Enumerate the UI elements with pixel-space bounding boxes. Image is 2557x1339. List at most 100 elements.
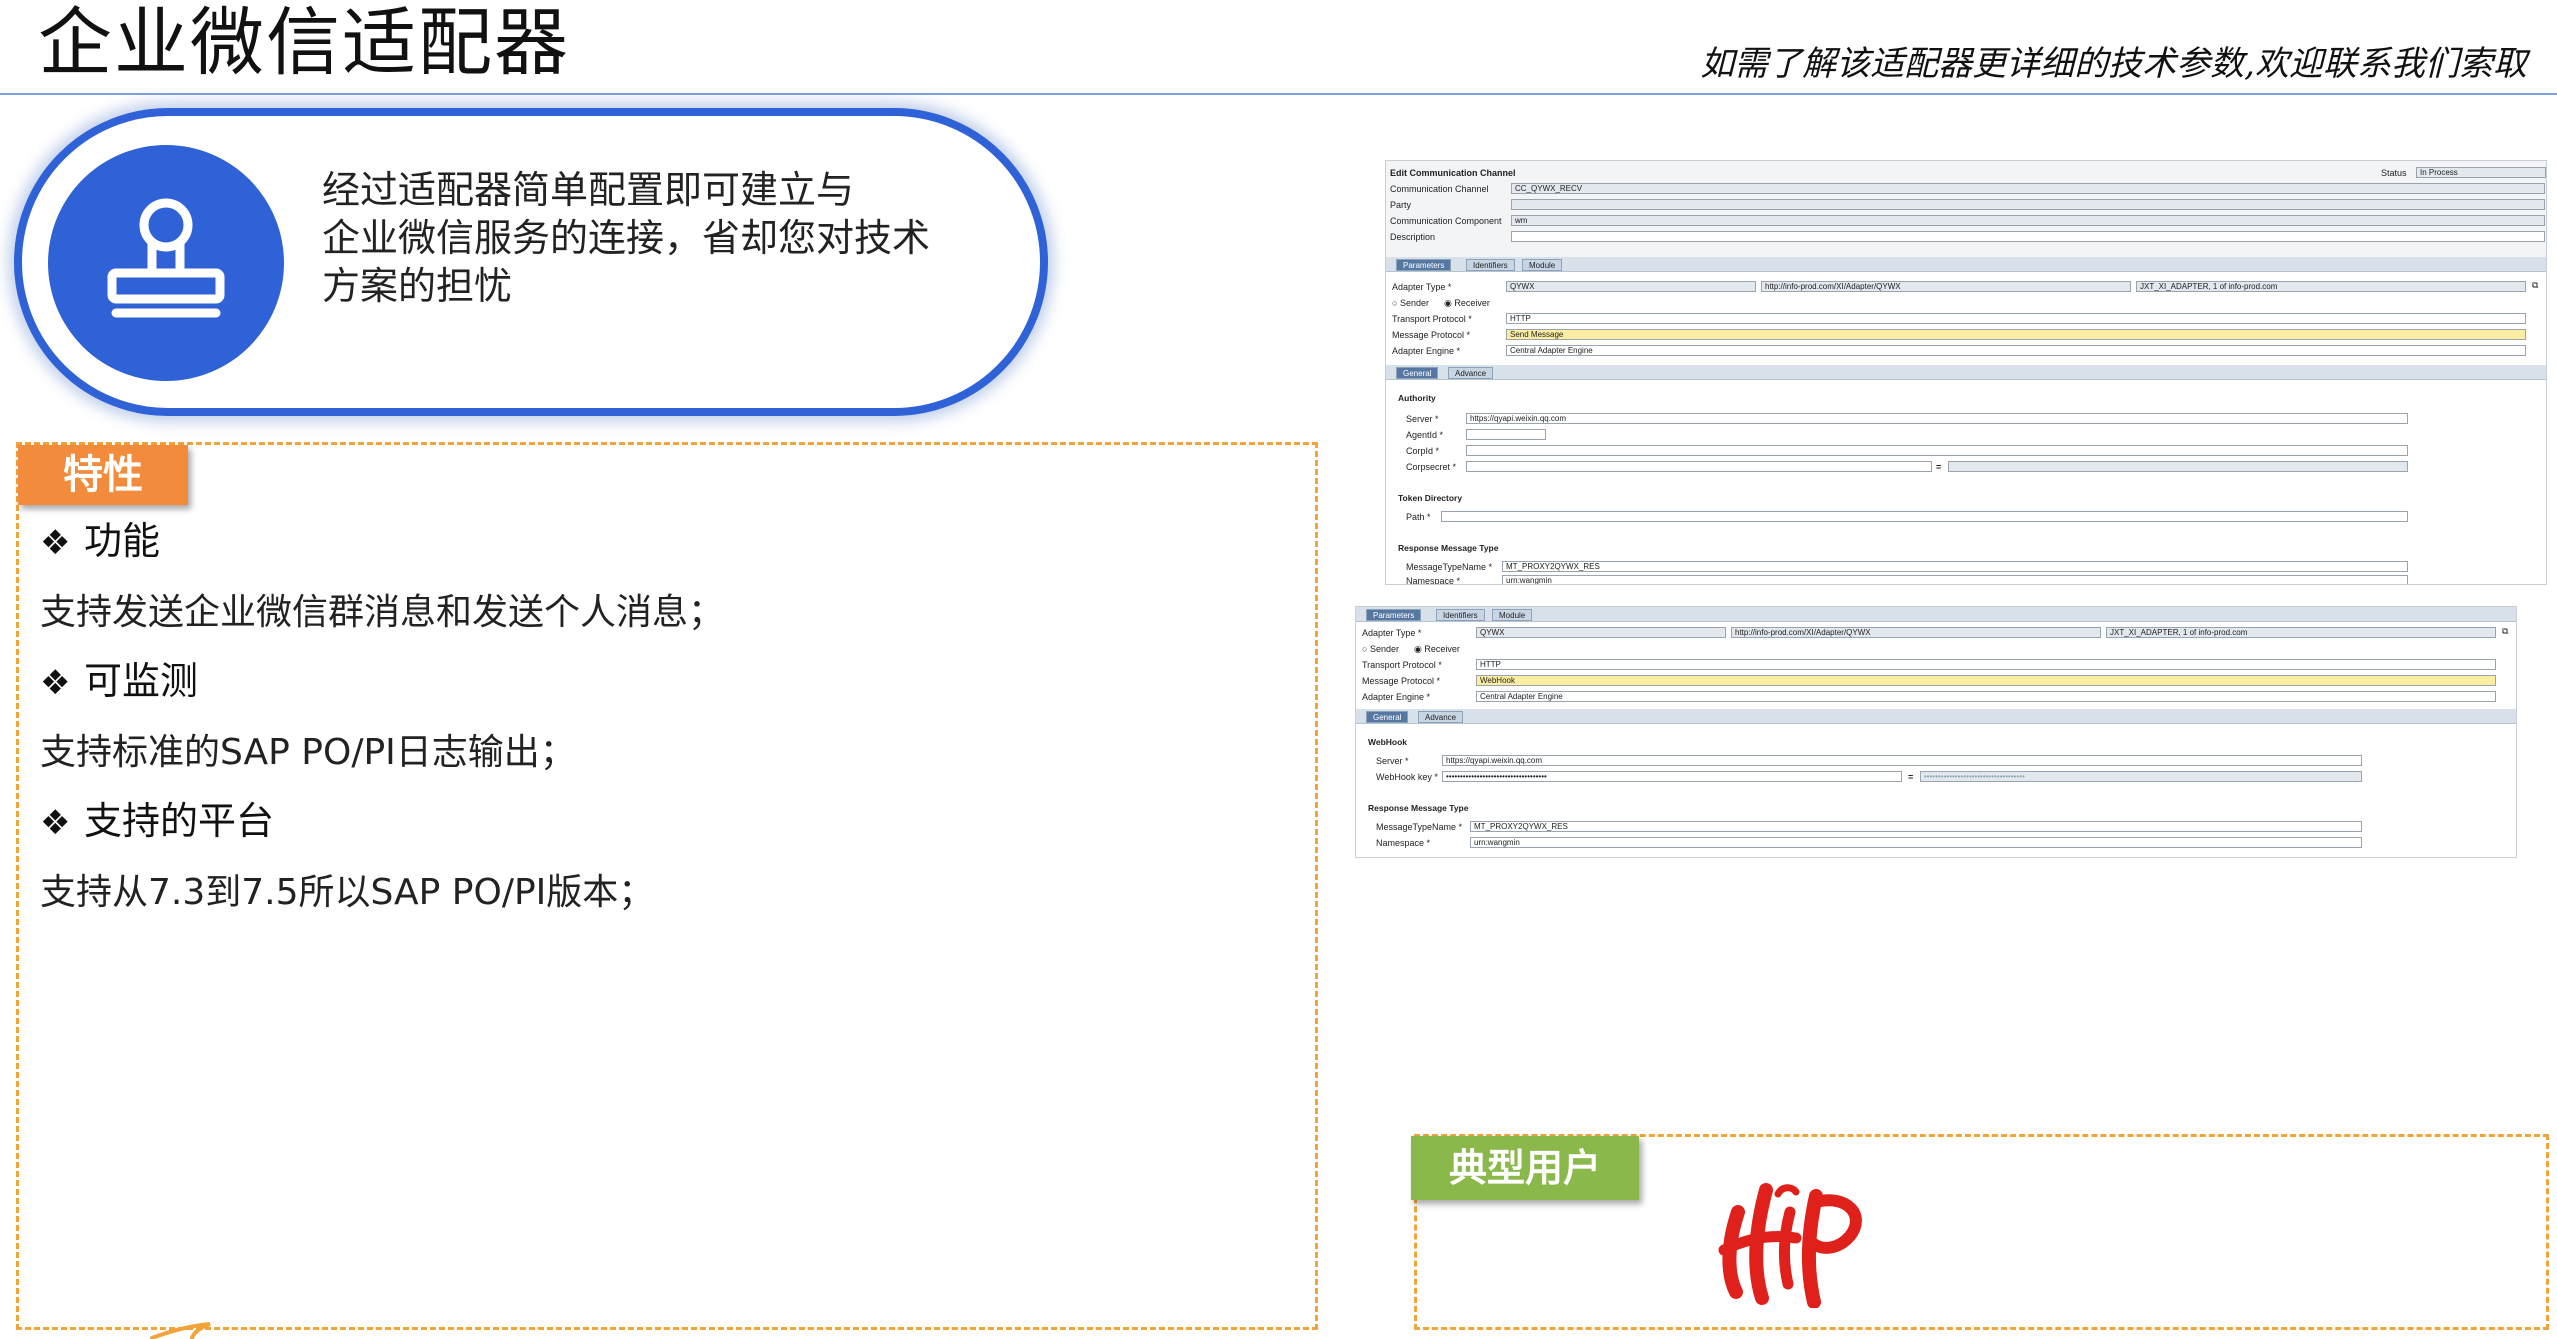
adapter-engine-select[interactable]: Central Adapter Engine	[1476, 691, 2496, 702]
status-label: Status	[2381, 168, 2407, 178]
tab-identifiers[interactable]: Identifiers	[1436, 609, 1485, 621]
server-input[interactable]: https://qyapi.weixin.qq.com	[1442, 755, 2362, 766]
transport-label: Transport Protocol *	[1392, 314, 1472, 324]
mtname-input[interactable]: MT_PROXY2QYWX_RES	[1502, 561, 2408, 572]
subtab-advance[interactable]: Advance	[1418, 711, 1464, 723]
namespace-input[interactable]: urn:wangmin	[1502, 575, 2408, 584]
corpsecret-confirm-input[interactable]	[1948, 461, 2408, 472]
receiver-label: Receiver	[1424, 644, 1460, 654]
tab-module[interactable]: Module	[1522, 259, 1563, 271]
typical-users-tag: 典型用户	[1411, 1136, 1639, 1200]
namespace-label: Namespace *	[1376, 838, 1431, 848]
feature-text: 支持从7.3到7.5所以SAP PO/PI版本；	[40, 872, 655, 913]
corpid-label: CorpId *	[1406, 446, 1440, 456]
description-field[interactable]	[1511, 231, 2545, 242]
adapter-swcv-field[interactable]: JXT_XI_ADAPTER, 1 of info-prod.com	[2136, 281, 2526, 292]
intro-line-3: 方案的担忧	[322, 264, 513, 308]
corpsecret-label: Corpsecret *	[1406, 462, 1457, 472]
resp-type-section: Response Message Type	[1398, 543, 1499, 553]
engine-label: Adapter Engine *	[1392, 346, 1461, 356]
equals-sign: =	[1908, 772, 1914, 782]
feature-heading: ❖ 支持的平台	[40, 796, 274, 848]
path-input[interactable]	[1441, 511, 2408, 522]
sender-label: Sender	[1369, 644, 1399, 654]
equals-sign: =	[1936, 462, 1942, 472]
transport-protocol-select[interactable]: HTTP	[1476, 659, 2496, 670]
namespace-input[interactable]: urn:wangmin	[1470, 837, 2362, 848]
resp-type-section: Response Message Type	[1368, 803, 1469, 813]
tab-identifiers[interactable]: Identifiers	[1466, 259, 1515, 271]
status-field: In Process	[2416, 167, 2546, 178]
corpsecret-input[interactable]	[1466, 461, 1932, 472]
feature-heading-text: 可监测	[84, 659, 199, 703]
subtab-general[interactable]: General	[1396, 367, 1439, 379]
engine-label: Adapter Engine *	[1362, 692, 1431, 702]
row-label: Communication Channel	[1390, 184, 1489, 194]
sender-radio[interactable]: ○ Sender	[1362, 643, 1399, 655]
open-icon[interactable]: ⧉	[2502, 625, 2508, 637]
message-protocol-select[interactable]: WebHook	[1476, 675, 2496, 686]
mtname-input[interactable]: MT_PROXY2QYWX_RES	[1470, 821, 2362, 832]
receiver-radio[interactable]: ◉ Receiver	[1444, 297, 1490, 309]
message-protocol-select[interactable]: Send Message	[1506, 329, 2526, 340]
corpid-input[interactable]	[1466, 445, 2408, 456]
tab-parameters[interactable]: Parameters	[1396, 259, 1452, 271]
receiver-radio[interactable]: ◉ Receiver	[1414, 643, 1460, 655]
feature-heading-text: 功能	[84, 519, 161, 563]
row-label: Party	[1390, 200, 1412, 210]
comm-channel-field[interactable]: CC_QYWX_RECV	[1511, 183, 2545, 194]
adapter-namespace-field[interactable]: http://info-prod.com/XI/Adapter/QYWX	[1731, 627, 2101, 638]
agentid-input[interactable]	[1466, 429, 1546, 440]
diamond-bullet-icon: ❖	[40, 803, 71, 843]
intro-text: 经过适配器简单配置即可建立与 企业微信服务的连接，省却您对技术 方案的担忧	[322, 166, 962, 310]
adapter-type-label: Adapter Type *	[1362, 628, 1422, 638]
diamond-bullet-icon: ❖	[40, 663, 71, 703]
window-title: Edit Communication Channel	[1390, 168, 1516, 178]
agentid-label: AgentId *	[1406, 430, 1444, 440]
open-icon[interactable]: ⧉	[2532, 279, 2538, 291]
sender-label: Sender	[1399, 298, 1429, 308]
features-tag: 特性	[18, 445, 188, 505]
adapter-type-field[interactable]: QYWX	[1506, 281, 1756, 292]
row-label: Communication Component	[1390, 216, 1502, 226]
authority-section: Authority	[1398, 393, 1436, 403]
customer-logo	[1718, 1183, 1862, 1308]
comm-component-field[interactable]: wm	[1511, 215, 2545, 226]
token-dir-section: Token Directory	[1398, 493, 1463, 503]
header-divider	[0, 93, 2557, 95]
msgproto-label: Message Protocol *	[1392, 330, 1471, 340]
sender-radio[interactable]: ○ Sender	[1392, 297, 1429, 309]
party-field[interactable]	[1511, 199, 2545, 210]
adapter-type-field[interactable]: QYWX	[1476, 627, 1726, 638]
receiver-label: Receiver	[1454, 298, 1490, 308]
intro-badge	[48, 145, 284, 381]
webhook-key-confirm-input[interactable]: ••••••••••••••••••••••••••••••••••••	[1920, 771, 2362, 782]
webhook-key-input[interactable]: ••••••••••••••••••••••••••••••••••••	[1442, 771, 1902, 782]
adapter-namespace-field[interactable]: http://info-prod.com/XI/Adapter/QYWX	[1761, 281, 2131, 292]
subtab-general[interactable]: General	[1366, 711, 1409, 723]
server-input[interactable]: https://qyapi.weixin.qq.com	[1466, 413, 2408, 424]
mtname-label: MessageTypeName *	[1376, 822, 1463, 832]
tab-module[interactable]: Module	[1492, 609, 1533, 621]
namespace-label: Namespace *	[1406, 576, 1461, 585]
stamp-icon	[107, 198, 225, 318]
contact-tagline: 如需了解该适配器更详细的技术参数,欢迎联系我们索取	[1700, 44, 2527, 84]
adapter-engine-select[interactable]: Central Adapter Engine	[1506, 345, 2526, 356]
transport-label: Transport Protocol *	[1362, 660, 1442, 670]
adapter-swcv-field[interactable]: JXT_XI_ADAPTER, 1 of info-prod.com	[2106, 627, 2496, 638]
server-label: Server *	[1376, 756, 1409, 766]
subtab-advance[interactable]: Advance	[1448, 367, 1494, 379]
path-label: Path *	[1406, 512, 1431, 522]
config-screenshot-2: Parameters Identifiers Module Adapter Ty…	[1355, 606, 2517, 858]
tab-parameters[interactable]: Parameters	[1366, 609, 1422, 621]
feature-text: 支持发送企业微信群消息和发送个人消息；	[40, 592, 725, 633]
row-label: Description	[1390, 232, 1436, 242]
transport-protocol-select[interactable]: HTTP	[1506, 313, 2526, 324]
feature-heading: ❖ 功能	[40, 516, 160, 568]
feature-heading-text: 支持的平台	[84, 799, 275, 843]
intro-line-1: 经过适配器简单配置即可建立与	[322, 168, 855, 212]
feature-heading: ❖ 可监测	[40, 656, 198, 708]
webhook-section: WebHook	[1368, 737, 1408, 747]
mtname-label: MessageTypeName *	[1406, 562, 1493, 572]
adapter-type-label: Adapter Type *	[1392, 282, 1452, 292]
